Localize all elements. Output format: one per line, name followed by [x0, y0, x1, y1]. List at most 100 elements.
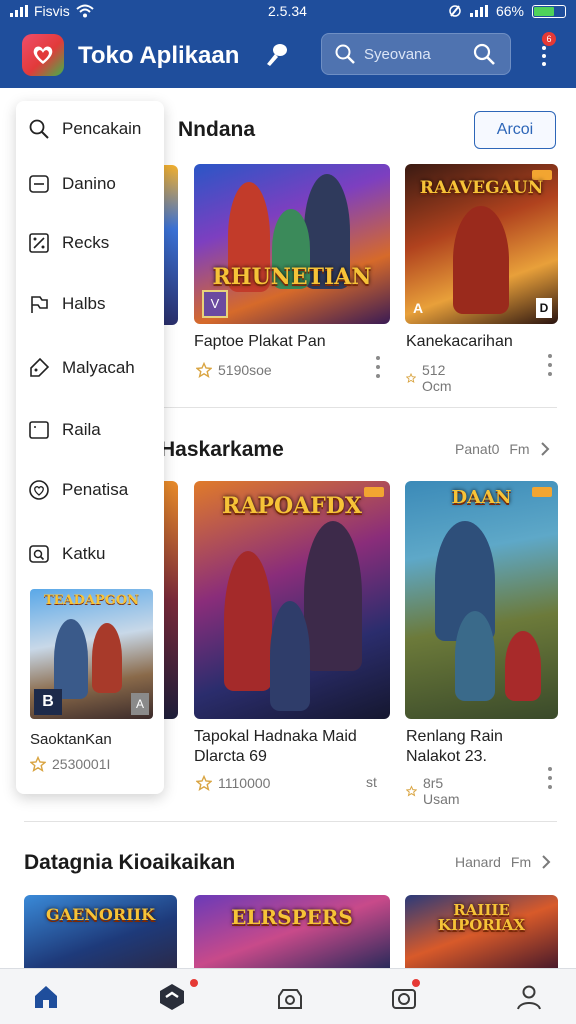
star-icon — [30, 756, 46, 772]
shop-notification-dot — [190, 979, 198, 987]
game-rating: 5190soe — [196, 362, 272, 378]
featured-game-name: SaoktanKan — [30, 731, 112, 748]
bottom-navigation — [0, 968, 576, 1024]
see-all-sub: Fm — [510, 854, 532, 870]
game-name: Faptoe Plakat Pan — [194, 333, 326, 350]
section-title: Nndana — [178, 118, 256, 141]
search-icon — [335, 44, 355, 64]
drawer-item-label: Danino — [62, 174, 116, 193]
poster-title: RAAVEGAUN — [419, 178, 544, 198]
side-drawer: Pencakain Danino Recks Halbs Malyacah Ra… — [16, 101, 164, 794]
section-divider — [24, 821, 557, 822]
poster-title: RAPOAFDX — [222, 493, 362, 519]
signal-icon — [10, 5, 28, 17]
notification-badge: 6 — [542, 32, 556, 46]
flag-icon — [31, 296, 48, 313]
game-name: Tapokal Hadnaka Maid Dlarcta 69 — [194, 728, 357, 765]
search-icon — [29, 119, 49, 139]
camera-notification-dot — [412, 979, 420, 987]
poster-title: RHUNETIAN — [212, 264, 372, 290]
heart-icon — [29, 480, 49, 500]
more-options-icon[interactable] — [375, 356, 381, 378]
section-action-button[interactable]: Arcoi — [474, 111, 556, 149]
drawer-item-label: Katku — [62, 544, 106, 563]
section-title: Haskarkame — [160, 438, 284, 461]
game-name: Renlang Rain Nalakot 23. — [406, 728, 503, 765]
app-logo[interactable] — [22, 34, 64, 76]
drawer-item-katku[interactable]: Katku — [28, 541, 105, 567]
search-submit-icon[interactable] — [472, 42, 496, 66]
featured-corner-mark: A — [131, 693, 149, 715]
drawer-item-search[interactable]: Pencakain — [28, 116, 141, 142]
rating-value: 2530001I — [52, 756, 111, 772]
game-poster[interactable]: RAIIIE KIPORIAX — [405, 895, 558, 968]
rating-value: 512 Ocm — [422, 362, 452, 394]
see-all-link[interactable]: Hanard Fm — [455, 854, 551, 870]
drawer-item-raila[interactable]: Raila — [28, 417, 101, 443]
cell-signal-icon — [469, 5, 488, 17]
app-title: Toko Aplikaan — [78, 42, 240, 69]
game-badge: V — [202, 290, 228, 318]
game-poster[interactable]: ELRSPERS — [194, 895, 390, 968]
poster-mark: A — [413, 300, 424, 316]
poster-title: DAAN — [451, 487, 512, 508]
rating-value: 8r5 Usam — [422, 775, 460, 807]
featured-badge: B — [34, 689, 62, 715]
star-icon — [196, 775, 212, 791]
inbox-icon — [29, 175, 49, 193]
poster-title: RAIIIE KIPORIAX — [437, 901, 526, 934]
percent-icon — [29, 233, 49, 253]
more-options-icon[interactable] — [547, 354, 553, 376]
status-bar: Fisvis 2.5.34 66% — [0, 0, 576, 22]
game-poster[interactable]: RAPOAFDX — [194, 481, 390, 719]
drawer-item-malyacah[interactable]: Malyacah — [28, 355, 135, 381]
profile-icon — [517, 985, 541, 1010]
heart-logo-icon — [33, 46, 53, 64]
nav-games[interactable] — [272, 979, 308, 1015]
game-rating: 1110000 — [196, 775, 270, 791]
poster-corner-mark: D — [536, 298, 552, 318]
star-icon — [406, 372, 417, 383]
search-placeholder: Syeovana — [364, 46, 431, 63]
featured-game-poster[interactable]: TEADAPGON B A — [30, 589, 153, 719]
game-poster[interactable]: RAAVEGAUN A D — [405, 164, 558, 324]
see-all-label: Panat0 — [455, 441, 500, 457]
nav-profile[interactable] — [511, 979, 547, 1015]
chevron-right-icon — [542, 855, 551, 869]
game-poster[interactable]: RHUNETIAN V — [194, 164, 390, 324]
drawer-item-inbox[interactable]: Danino — [28, 171, 116, 197]
drawer-item-label: Penatisa — [62, 480, 129, 499]
drawer-item-label: Malyacah — [62, 358, 135, 377]
search-bar[interactable]: Syeovana — [321, 33, 511, 75]
game-poster[interactable]: DAAN — [405, 481, 558, 719]
game-rating: 8r5 Usam — [406, 775, 465, 807]
screen-search-icon — [29, 545, 49, 563]
drawer-item-label: Halbs — [62, 294, 106, 313]
battery-icon — [532, 4, 566, 18]
shop-icon — [160, 984, 184, 1010]
chevron-right-icon — [540, 442, 550, 456]
clock: 2.5.34 — [268, 3, 307, 19]
featured-rating: 2530001I — [30, 756, 110, 772]
game-poster[interactable]: GAENORIIK — [24, 895, 177, 968]
game-rating: 512 Ocm — [406, 362, 458, 394]
rating-value: 5190soe — [218, 362, 272, 378]
more-options-icon[interactable] — [547, 767, 553, 789]
drawer-item-label: Recks — [62, 233, 110, 252]
nav-home[interactable] — [28, 979, 64, 1015]
see-all-link[interactable]: Panat0 Fm — [455, 441, 550, 457]
battery-percent: 66% — [495, 3, 524, 19]
drawer-item-penatisa[interactable]: Penatisa — [28, 477, 128, 503]
drawer-item-recks[interactable]: Recks — [28, 230, 109, 256]
section-title: Datagnia Kioaikaikan — [24, 851, 236, 874]
poster-title: GAENORIIK — [45, 905, 155, 924]
broom-icon[interactable] — [262, 40, 292, 70]
nav-shop[interactable] — [154, 979, 190, 1015]
rating-value: 1110000 — [218, 775, 271, 791]
drawer-item-label: Pencakain — [62, 119, 142, 138]
see-all-label: Hanard — [455, 854, 501, 870]
wifi-icon — [76, 4, 94, 18]
tag-icon — [30, 357, 50, 377]
game-name: Kanekacarihan — [406, 333, 513, 350]
drawer-item-halbs[interactable]: Halbs — [28, 291, 105, 317]
